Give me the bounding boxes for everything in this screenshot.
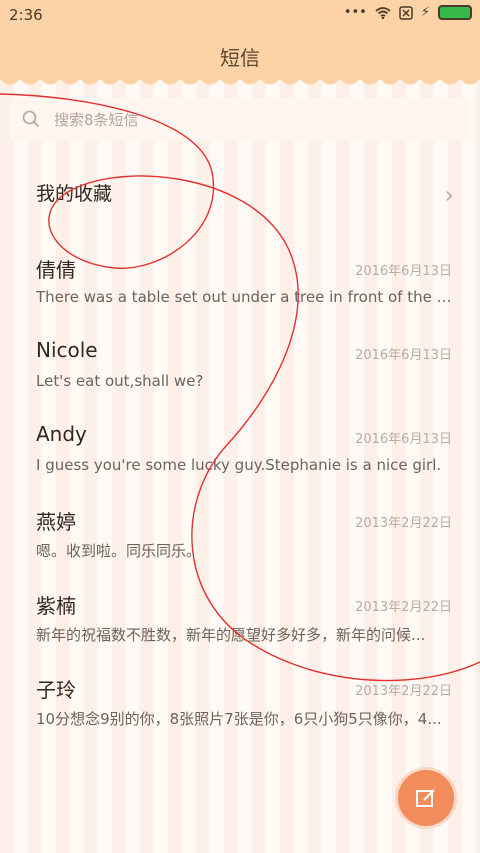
no-sim-icon [399,5,413,20]
status-bar: 2:36 ••• ⚡ [0,0,480,30]
search-icon [22,110,40,128]
compose-button[interactable] [398,770,454,826]
message-date: 2016年6月13日 [355,264,452,279]
message-preview: 10分想念9别的你，8张照片7张是你，6只小狗5只像你，4... [36,710,442,728]
contact-name: 倩倩 [36,258,76,282]
message-date: 2016年6月13日 [355,348,452,363]
contact-name: 子玲 [36,678,76,702]
compose-icon [416,789,435,807]
message-preview: There was a table set out under a tree i… [36,288,454,306]
contact-name: Nicole [36,338,98,362]
message-preview: I guess you're some lucky guy.Stephanie … [36,456,442,474]
favorites-row[interactable]: 我的收藏 › [0,165,480,221]
message-row[interactable]: 燕婷 2013年2月22日 嗯。收到啦。同乐同乐。 [0,506,480,586]
message-preview: Let's eat out,shall we? [36,372,204,390]
message-preview: 新年的祝福数不胜数，新年的愿望好多好多，新年的问候... [36,626,426,644]
message-row[interactable]: Andy 2016年6月13日 I guess you're some luck… [0,422,480,502]
contact-name: 紫楠 [36,594,76,618]
message-row[interactable]: Nicole 2016年6月13日 Let's eat out,shall we… [0,338,480,418]
favorites-label: 我的收藏 [36,183,113,205]
wifi-icon [375,6,391,19]
contact-name: 燕婷 [36,510,76,534]
message-preview: 嗯。收到啦。同乐同乐。 [36,542,202,560]
contact-name: Andy [36,422,87,446]
charging-icon: ⚡ [420,5,430,20]
page-title: 短信 [220,46,260,70]
message-date: 2013年2月22日 [355,516,452,531]
message-row[interactable]: 倩倩 2016年6月13日 There was a table set out … [0,254,480,334]
message-date: 2013年2月22日 [355,600,452,615]
message-row[interactable]: 紫楠 2013年2月22日 新年的祝福数不胜数，新年的愿望好多好多，新年的问候.… [0,590,480,670]
status-icons: ••• ⚡ [344,5,472,20]
battery-icon [438,5,472,20]
chevron-right-icon: › [444,181,454,209]
search-placeholder: 搜索8条短信 [54,111,139,129]
message-row[interactable]: 子玲 2013年2月22日 10分想念9别的你，8张照片7张是你，6只小狗5只像… [0,674,480,754]
search-input[interactable]: 搜索8条短信 [10,98,470,140]
message-date: 2016年6月13日 [355,432,452,447]
signal-icon: ••• [343,5,367,20]
status-time: 2:36 [9,6,43,24]
header-scallop-edge [0,74,480,88]
message-date: 2013年2月22日 [355,684,452,699]
